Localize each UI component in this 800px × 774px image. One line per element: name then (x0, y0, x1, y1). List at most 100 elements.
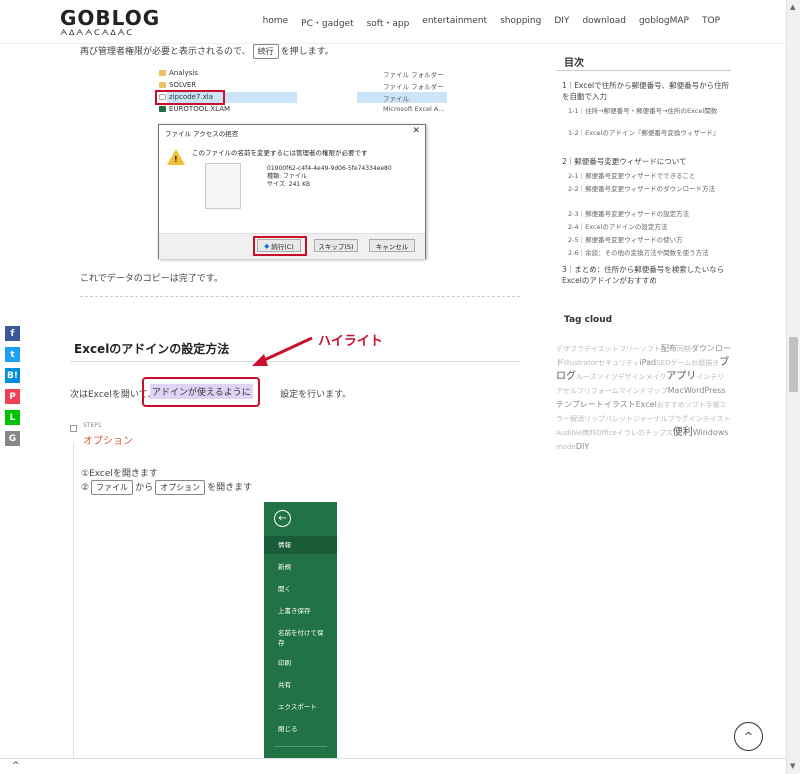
file-access-dialog: ファイル アクセスの拒否 ✕ ! このファイルの名前を変更するには管理者の権限が… (158, 124, 426, 259)
excel-menu-export[interactable]: エクスポート (264, 698, 337, 716)
explorer-screenshot: Analysis ファイル フォルダー SOLVER ファイル フォルダー zi… (155, 68, 457, 118)
excel-backstage-menu: ← 情報 新規 開く 上書き保存 名前を付けて保存 印刷 共有 エクスポート 閉… (264, 502, 337, 774)
toc-item[interactable]: 2-1｜郵便番号変更ウィザードでできること (568, 171, 728, 182)
step-line-2-mid: から (135, 483, 154, 493)
site-logo[interactable]: GOBLOG ᗅᐃᗅᗅᑕᗅᐃᗅᑕ (60, 8, 160, 38)
section-heading: Excelのアドインの設定方法 (74, 342, 230, 356)
excel-menu-share[interactable]: 共有 (264, 676, 337, 694)
share-bar: f t B! P L G (5, 326, 21, 452)
close-icon[interactable]: ✕ (412, 126, 420, 136)
folder-icon (159, 70, 166, 76)
toc-item[interactable]: 2-4｜Excelのアドインの設定方法 (568, 222, 728, 233)
dialog-button-bar: ◆ 続行(C) スキップ(S) キャンセル (159, 233, 425, 259)
site-header: GOBLOG ᗅᐃᗅᗅᑕᗅᐃᗅᑕ home PC・gadget soft・app… (0, 0, 786, 44)
tag-link[interactable]: mode (556, 443, 576, 451)
facebook-share-icon[interactable]: f (5, 326, 20, 341)
file-name: EUROTOOL.XLAM (169, 105, 231, 113)
tag-link[interactable]: テンプレートイラスト (556, 400, 636, 409)
logo-text: GOBLOG (60, 6, 161, 30)
tag-link[interactable]: Excel (636, 400, 657, 409)
toc-item[interactable]: 2-2｜郵便番号変更ウィザードのダウンロード方法 (568, 184, 728, 195)
toc-item[interactable]: 2-5｜郵便番号変更ウィザードの使い方 (568, 235, 728, 246)
cancel-button[interactable]: キャンセル (369, 239, 415, 252)
article-main: 再び管理者権限が必要と表示されるので、 続行 を押します。 Analysis ファイ… (70, 44, 525, 774)
scroll-up-icon[interactable]: ▲ (790, 3, 795, 11)
tag-link[interactable]: デザフラデイエットフリーソフト (556, 345, 661, 353)
toc-item[interactable]: 2-3｜郵便番号変更ウィザードの設定方法 (568, 209, 728, 220)
skip-button[interactable]: スキップ(S) (314, 239, 358, 252)
bottom-bar: ^ (0, 758, 786, 774)
nav-entertainment[interactable]: entertainment (422, 16, 487, 29)
tag-link[interactable]: SEOゲームお絵描き (656, 359, 719, 367)
tag-link[interactable]: アプリ (666, 371, 696, 382)
tag-link[interactable]: 同期 (677, 345, 691, 353)
toc-title: 目次 (564, 58, 584, 69)
toc-item[interactable]: 3｜まとめ：住所から郵便番号を検索したいならExcelのアドインがおすすめ (562, 264, 730, 286)
pocket-share-icon[interactable]: P (5, 389, 20, 404)
twitter-share-icon[interactable]: t (5, 347, 20, 362)
chevron-up-icon: ^ (743, 730, 754, 743)
nav-home[interactable]: home (263, 16, 289, 29)
main-nav: home PC・gadget soft・app entertainment sh… (250, 16, 720, 29)
nav-pc-gadget[interactable]: PC・gadget (301, 16, 353, 29)
tag-link[interactable]: ルーズソイツデザインメイク (576, 373, 666, 381)
excel-menu-info[interactable]: 情報 (264, 536, 337, 554)
line-share-icon[interactable]: L (5, 410, 20, 425)
dialog-message: このファイルの名前を変更するには管理者の権限が必要です (192, 149, 368, 157)
nav-goblogmap[interactable]: goblogMAP (639, 16, 689, 29)
back-arrow-icon[interactable]: ← (274, 510, 291, 527)
highlight-box (253, 236, 307, 256)
tag-link[interactable]: DIY (576, 442, 589, 451)
continue-key-label: 続行 (252, 44, 279, 59)
chevron-up-icon[interactable]: ^ (12, 761, 20, 771)
nav-soft-app[interactable]: soft・app (367, 16, 410, 29)
file-type: ファイル フォルダー (383, 83, 444, 91)
nav-top[interactable]: TOP (702, 16, 720, 29)
excel-menu-new[interactable]: 新規 (264, 558, 337, 576)
scroll-thumb[interactable] (789, 337, 798, 392)
file-row: EUROTOOL.XLAM Microsoft Excel A... (157, 104, 457, 115)
tag-link[interactable]: 便利 (673, 427, 693, 438)
nav-download[interactable]: download (582, 16, 626, 29)
hatena-share-icon[interactable]: B! (5, 368, 20, 383)
highlight-box (155, 90, 225, 105)
tag-link[interactable]: Mac (668, 386, 684, 395)
page-scrollbar[interactable]: ▲ ▼ (786, 0, 800, 774)
back-to-top-button[interactable]: ^ (734, 722, 763, 751)
toc-item[interactable]: 2｜郵便番号変更ウィザードについて (562, 156, 730, 167)
file-id: 01900f62-c4f4-4e49-9d06-5fe74334ee80 (267, 165, 392, 172)
file-row-selected: zipcode7.xla ファイル (155, 90, 457, 105)
excel-menu-print[interactable]: 印刷 (264, 654, 337, 672)
tag-link[interactable]: Illustrator (564, 359, 598, 367)
toc-item[interactable]: 2-6｜余談：その他の変換方法や関数を使う方法 (568, 248, 728, 259)
file-info: 01900f62-c4f4-4e49-9d06-5fe74334ee80 種類:… (267, 165, 392, 189)
toc-item[interactable]: 1-1｜住所→郵便番号・郵便番号→住所のExcel関数 (568, 106, 728, 117)
toc-item[interactable]: 1-2｜Excelのアドイン『郵便番号変換ウィザード』 (568, 128, 728, 139)
nav-shopping[interactable]: shopping (500, 16, 541, 29)
file-name: Analysis (169, 69, 198, 77)
scroll-down-icon[interactable]: ▼ (790, 762, 795, 770)
tag-link[interactable]: WordPress (684, 386, 726, 395)
warning-mark-icon: ! (174, 155, 178, 164)
excel-menu-open[interactable]: 開く (264, 580, 337, 598)
toc-item[interactable]: 1｜Excelで住所から郵便番号、郵便番号から住所を自動で入力 (562, 80, 730, 102)
tag-link[interactable]: Windows (693, 428, 729, 437)
step-guide-line (73, 442, 74, 774)
tag-link[interactable]: iPad (639, 358, 656, 367)
excel-menu-save-as[interactable]: 名前を付けて保存 (264, 624, 324, 650)
folder-icon (159, 82, 166, 88)
step-label: STEP1 (83, 422, 102, 429)
excel-menu-close[interactable]: 閉じる (264, 720, 337, 738)
copy-done-text: これでデータのコピーは完了です。 (80, 274, 223, 284)
tag-link[interactable]: 配布 (661, 344, 677, 353)
excel-menu-save[interactable]: 上書き保存 (264, 602, 337, 620)
copy-share-icon[interactable]: G (5, 431, 20, 446)
file-row: Analysis ファイル フォルダー (157, 68, 457, 79)
file-kind: 種類: ファイル (267, 173, 307, 180)
dialog-title: ファイル アクセスの拒否 (165, 130, 239, 138)
nav-diy[interactable]: DIY (554, 16, 569, 29)
step-line-2-prefix: ② (81, 483, 90, 493)
intro-text: 再び管理者権限が必要と表示されるので、 (80, 47, 251, 57)
tag-link[interactable]: セキュリティ (598, 359, 640, 367)
file-size: サイズ: 241 KB (267, 181, 311, 188)
